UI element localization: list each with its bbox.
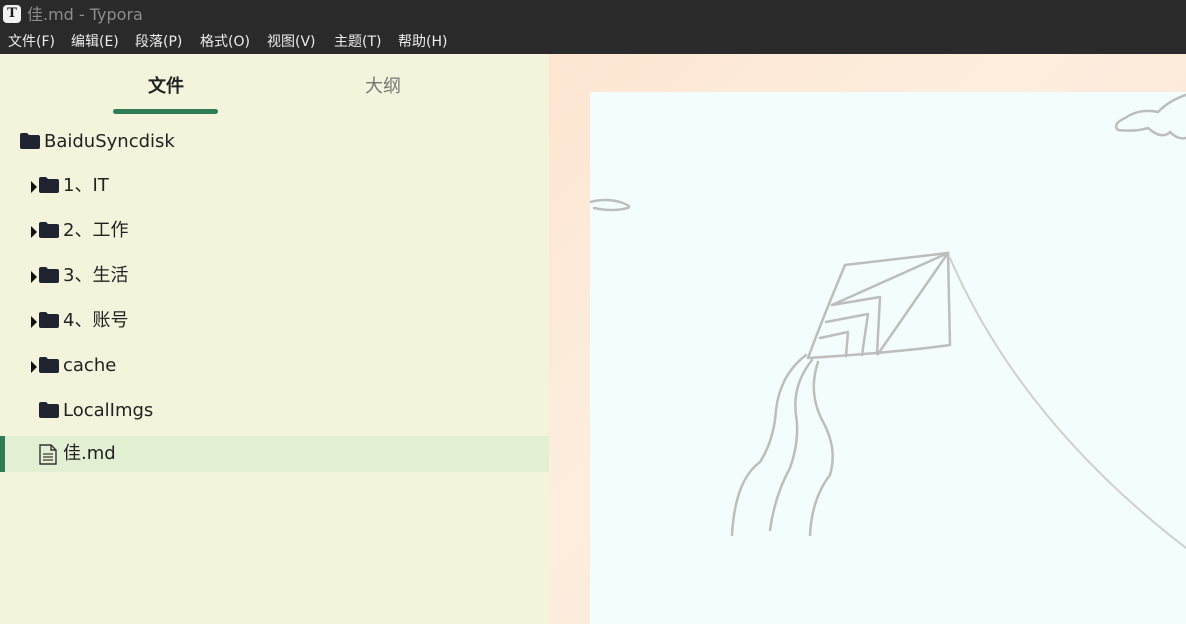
- tree-item-label: 佳.md: [63, 443, 116, 464]
- tree-item-label: 4、账号: [63, 310, 129, 331]
- sidebar: 文件 大纲 BaiduSyncdisk 1、IT 2、工作 3、生活 4、账号 …: [0, 54, 549, 624]
- tree-item-localimgs[interactable]: LocalImgs: [0, 393, 549, 429]
- caret-right-icon[interactable]: [31, 271, 37, 283]
- menu-edit[interactable]: 编辑(E): [71, 33, 119, 51]
- tab-files[interactable]: 文件: [148, 76, 184, 98]
- folder-icon: [39, 267, 59, 283]
- folder-icon: [39, 222, 59, 238]
- menu-view[interactable]: 视图(V): [267, 33, 316, 51]
- folder-icon: [39, 402, 59, 418]
- tree-item-baidusyncdisk[interactable]: BaiduSyncdisk: [0, 124, 549, 160]
- menu-theme[interactable]: 主题(T): [334, 33, 381, 51]
- menu-help[interactable]: 帮助(H): [398, 33, 447, 51]
- tree-item-life[interactable]: 3、生活: [0, 258, 549, 294]
- menu-paragraph[interactable]: 段落(P): [135, 33, 182, 51]
- tree-item-it[interactable]: 1、IT: [0, 168, 549, 204]
- menu-file[interactable]: 文件(F): [8, 33, 55, 51]
- caret-right-icon[interactable]: [31, 181, 37, 193]
- tree-item-label: 3、生活: [63, 265, 129, 286]
- caret-right-icon[interactable]: [31, 361, 37, 373]
- menu-format[interactable]: 格式(O): [200, 33, 250, 51]
- folder-icon: [39, 312, 59, 328]
- tree-item-cache[interactable]: cache: [0, 348, 549, 384]
- tree-item-label: 2、工作: [63, 220, 129, 241]
- typora-app-icon: T: [3, 5, 21, 23]
- window-title: 佳.md - Typora: [27, 5, 143, 24]
- tree-item-accounts[interactable]: 4、账号: [0, 303, 549, 339]
- tab-outline[interactable]: 大纲: [365, 76, 401, 98]
- folder-icon: [39, 177, 59, 193]
- folder-icon: [39, 357, 59, 373]
- tree-item-work[interactable]: 2、工作: [0, 213, 549, 249]
- tree-item-jia-md[interactable]: 佳.md: [0, 436, 549, 472]
- caret-right-icon[interactable]: [31, 316, 37, 328]
- tree-item-label: BaiduSyncdisk: [44, 131, 175, 152]
- active-tab-indicator: [113, 109, 218, 114]
- folder-icon: [20, 133, 40, 149]
- document-icon: [39, 444, 57, 465]
- tree-item-label: cache: [63, 355, 117, 376]
- tree-item-label: 1、IT: [63, 175, 109, 196]
- tree-item-label: LocalImgs: [63, 400, 154, 421]
- kite-drawing-image: [590, 93, 1186, 549]
- caret-right-icon[interactable]: [31, 226, 37, 238]
- title-bar: T 佳.md - Typora: [0, 0, 1186, 30]
- editor-paper[interactable]: [590, 92, 1186, 624]
- selected-indicator: [0, 436, 5, 472]
- menu-bar: 文件(F) 编辑(E) 段落(P) 格式(O) 视图(V) 主题(T) 帮助(H…: [0, 30, 1186, 54]
